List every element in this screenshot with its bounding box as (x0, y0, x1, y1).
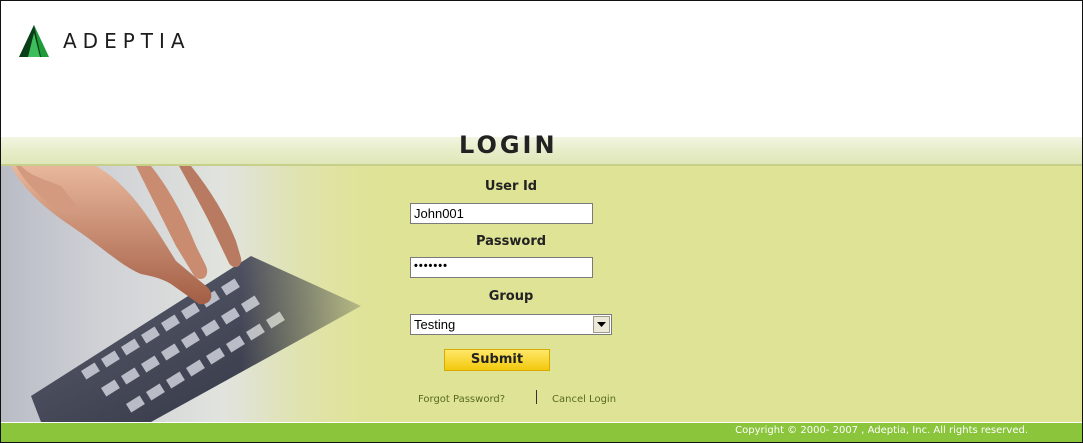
cancel-login-link[interactable]: Cancel Login (552, 394, 616, 405)
adeptia-logo-icon (19, 25, 49, 57)
copyright-text: Copyright © 2000- 2007 , Adeptia, Inc. A… (735, 425, 1028, 436)
chevron-down-icon[interactable] (593, 316, 610, 333)
group-select-value: Testing (414, 317, 456, 332)
link-separator (536, 390, 537, 404)
group-select[interactable]: Testing (410, 314, 612, 335)
brand-name: ADEPTIA (63, 29, 191, 53)
keyboard-hand-image (1, 166, 401, 422)
submit-button[interactable]: Submit (444, 349, 550, 371)
keyboard-photo-icon (1, 166, 401, 422)
group-label: Group (488, 289, 534, 304)
password-input[interactable]: ••••••• (410, 257, 593, 278)
forgot-password-link[interactable]: Forgot Password? (418, 394, 505, 405)
user-id-input[interactable]: John001 (410, 203, 593, 224)
password-label: Password (475, 234, 547, 249)
page-title: LOGIN (459, 131, 558, 159)
user-id-label: User Id (484, 179, 538, 194)
logo: ADEPTIA (19, 23, 191, 59)
footer-bar: Copyright © 2000- 2007 , Adeptia, Inc. A… (1, 423, 1082, 442)
login-page: ADEPTIA LOGIN User Id John001 Password •… (0, 0, 1083, 443)
